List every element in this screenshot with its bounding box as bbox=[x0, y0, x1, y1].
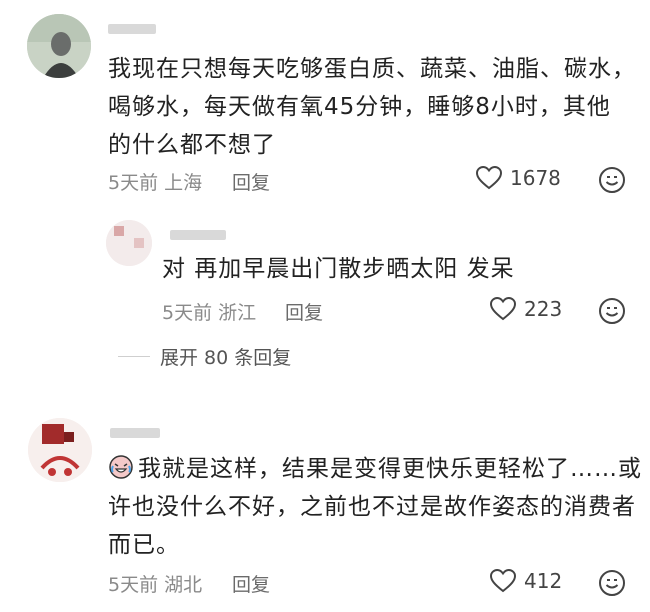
expand-divider-line bbox=[118, 356, 150, 357]
avatar-image bbox=[27, 14, 91, 78]
comment-text: 我就是这样，结果是变得更快乐更轻松了……或 许也没什么不好，之前也不过是故作姿态… bbox=[108, 455, 642, 558]
commenter-name-redacted[interactable] bbox=[110, 428, 160, 438]
comment-meta: 5天前 湖北 bbox=[108, 570, 202, 597]
crying-laugh-emoji-icon bbox=[109, 455, 133, 479]
reply-meta: 5天前 浙江 bbox=[162, 298, 256, 325]
reply-button[interactable]: 回复 bbox=[232, 168, 270, 195]
like-button[interactable]: 223 bbox=[490, 297, 562, 321]
smiley-emoji-icon[interactable] bbox=[598, 569, 626, 597]
like-count: 223 bbox=[524, 297, 563, 321]
heart-outline-icon bbox=[490, 569, 516, 593]
reply-avatar[interactable] bbox=[106, 220, 152, 266]
avatar-image bbox=[106, 220, 152, 266]
comment-text: 我现在只想每天吃够蛋白质、蔬菜、油脂、碳水， 喝够水，每天做有氧45分钟，睡够8… bbox=[108, 56, 636, 158]
commenter-avatar[interactable] bbox=[27, 14, 91, 78]
comment-location: 上海 bbox=[164, 172, 203, 194]
expand-replies-label: 展开 80 条回复 bbox=[160, 347, 292, 369]
reply-name-redacted[interactable] bbox=[170, 230, 226, 240]
commenter-avatar[interactable] bbox=[28, 418, 92, 482]
expand-replies-button[interactable]: 展开 80 条回复 bbox=[118, 343, 291, 370]
reply-location: 浙江 bbox=[218, 302, 257, 324]
like-button[interactable]: 412 bbox=[490, 569, 562, 593]
like-button[interactable]: 1678 bbox=[476, 166, 561, 190]
reply-button[interactable]: 回复 bbox=[285, 298, 323, 325]
comment-time: 5天前 bbox=[108, 172, 159, 194]
like-count: 412 bbox=[524, 569, 563, 593]
commenter-name-redacted[interactable] bbox=[108, 24, 156, 34]
avatar-image bbox=[28, 418, 92, 482]
heart-outline-icon bbox=[476, 166, 502, 190]
smiley-emoji-icon[interactable] bbox=[598, 166, 626, 194]
comment-location: 湖北 bbox=[164, 574, 203, 596]
reply-text: 对 再加早晨出门散步晒太阳 发呆 bbox=[162, 256, 515, 282]
reply-time: 5天前 bbox=[162, 302, 213, 324]
like-count: 1678 bbox=[510, 166, 561, 190]
comment-time: 5天前 bbox=[108, 574, 159, 596]
comment-meta: 5天前 上海 bbox=[108, 168, 202, 195]
reply-button[interactable]: 回复 bbox=[232, 570, 270, 597]
heart-outline-icon bbox=[490, 297, 516, 321]
smiley-emoji-icon[interactable] bbox=[598, 297, 626, 325]
